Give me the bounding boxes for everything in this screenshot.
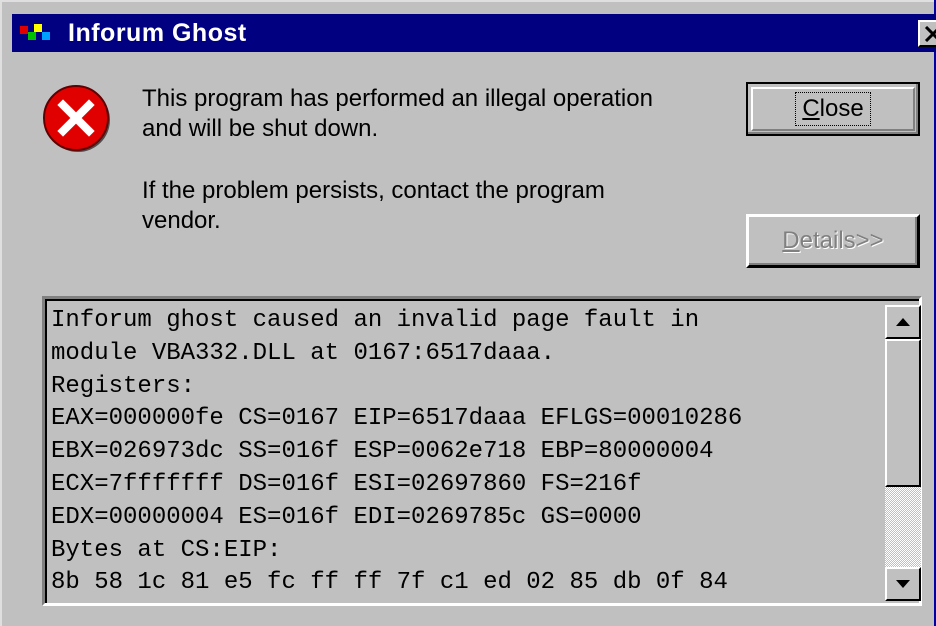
details-line: 8b 58 1c 81 e5 fc ff ff 7f c1 ed 02 85 d… xyxy=(51,569,728,597)
help-message: If the problem persists, contact the pro… xyxy=(142,176,702,236)
close-button[interactable]: Close xyxy=(746,82,920,136)
window-title: Inforum Ghost xyxy=(68,19,247,47)
vertical-scrollbar[interactable] xyxy=(885,305,921,601)
error-dialog: Inforum Ghost This program has performed… xyxy=(0,0,936,626)
details-line: Registers: xyxy=(51,372,196,400)
details-button-label: Details>> xyxy=(782,227,884,254)
details-line: EBX=026973dc SS=016f ESP=0062e718 EBP=80… xyxy=(51,438,714,466)
details-line: EDX=00000004 ES=016f EDI=0269785c GS=000… xyxy=(51,503,642,531)
details-line: module VBA332.DLL at 0167:6517daaa. xyxy=(51,339,556,367)
scroll-up-button[interactable] xyxy=(885,305,921,339)
scroll-down-button[interactable] xyxy=(885,567,921,601)
close-icon xyxy=(924,25,936,42)
close-button-label: Close xyxy=(795,92,871,126)
details-line: EAX=000000fe CS=0167 EIP=6517daaa EFLGS=… xyxy=(51,405,743,433)
message-line: vendor. xyxy=(142,207,221,234)
title-close-button[interactable] xyxy=(918,20,936,47)
details-text: Inforum ghost caused an invalid page fau… xyxy=(51,305,881,600)
details-button[interactable]: Details>> xyxy=(746,214,920,268)
scroll-thumb[interactable] xyxy=(885,339,921,487)
title-bar[interactable]: Inforum Ghost xyxy=(12,14,936,52)
scroll-up-arrow-icon xyxy=(896,318,910,326)
details-line: Inforum ghost caused an invalid page fau… xyxy=(51,307,700,334)
message-line: and will be shut down. xyxy=(142,115,379,142)
details-textbox[interactable]: Inforum ghost caused an invalid page fau… xyxy=(42,296,922,606)
error-message: This program has performed an illegal op… xyxy=(142,84,702,144)
details-line: Bytes at CS:EIP: xyxy=(51,536,282,564)
message-line: This program has performed an illegal op… xyxy=(142,85,653,112)
details-line: ECX=7fffffff DS=016f ESI=02697860 FS=216… xyxy=(51,470,642,498)
scroll-down-arrow-icon xyxy=(896,580,910,588)
app-icon xyxy=(20,24,50,40)
message-line: If the problem persists, contact the pro… xyxy=(142,177,605,204)
error-icon xyxy=(43,85,110,152)
